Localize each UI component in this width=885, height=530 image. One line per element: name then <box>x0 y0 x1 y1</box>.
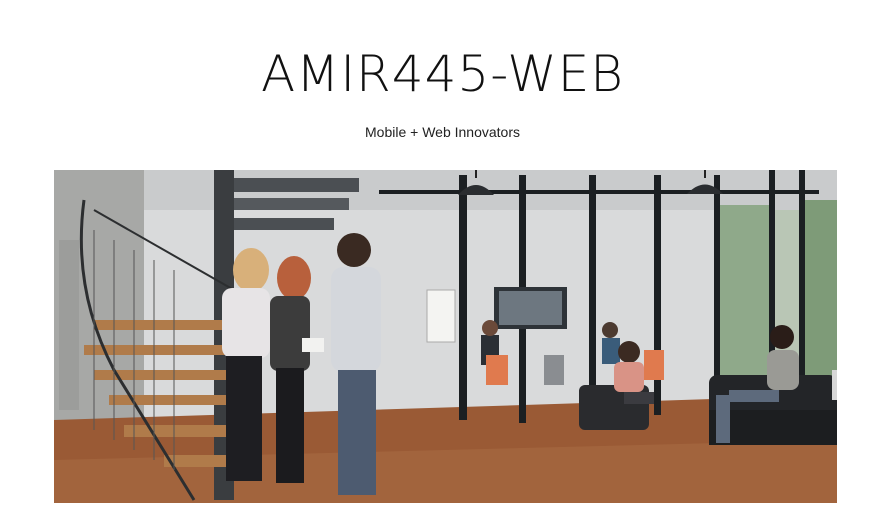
site-tagline: Mobile + Web Innovators <box>365 124 520 140</box>
site-title[interactable]: AMIR445-WEB <box>0 44 885 104</box>
office-photo <box>54 170 837 503</box>
hero-image <box>54 170 837 503</box>
